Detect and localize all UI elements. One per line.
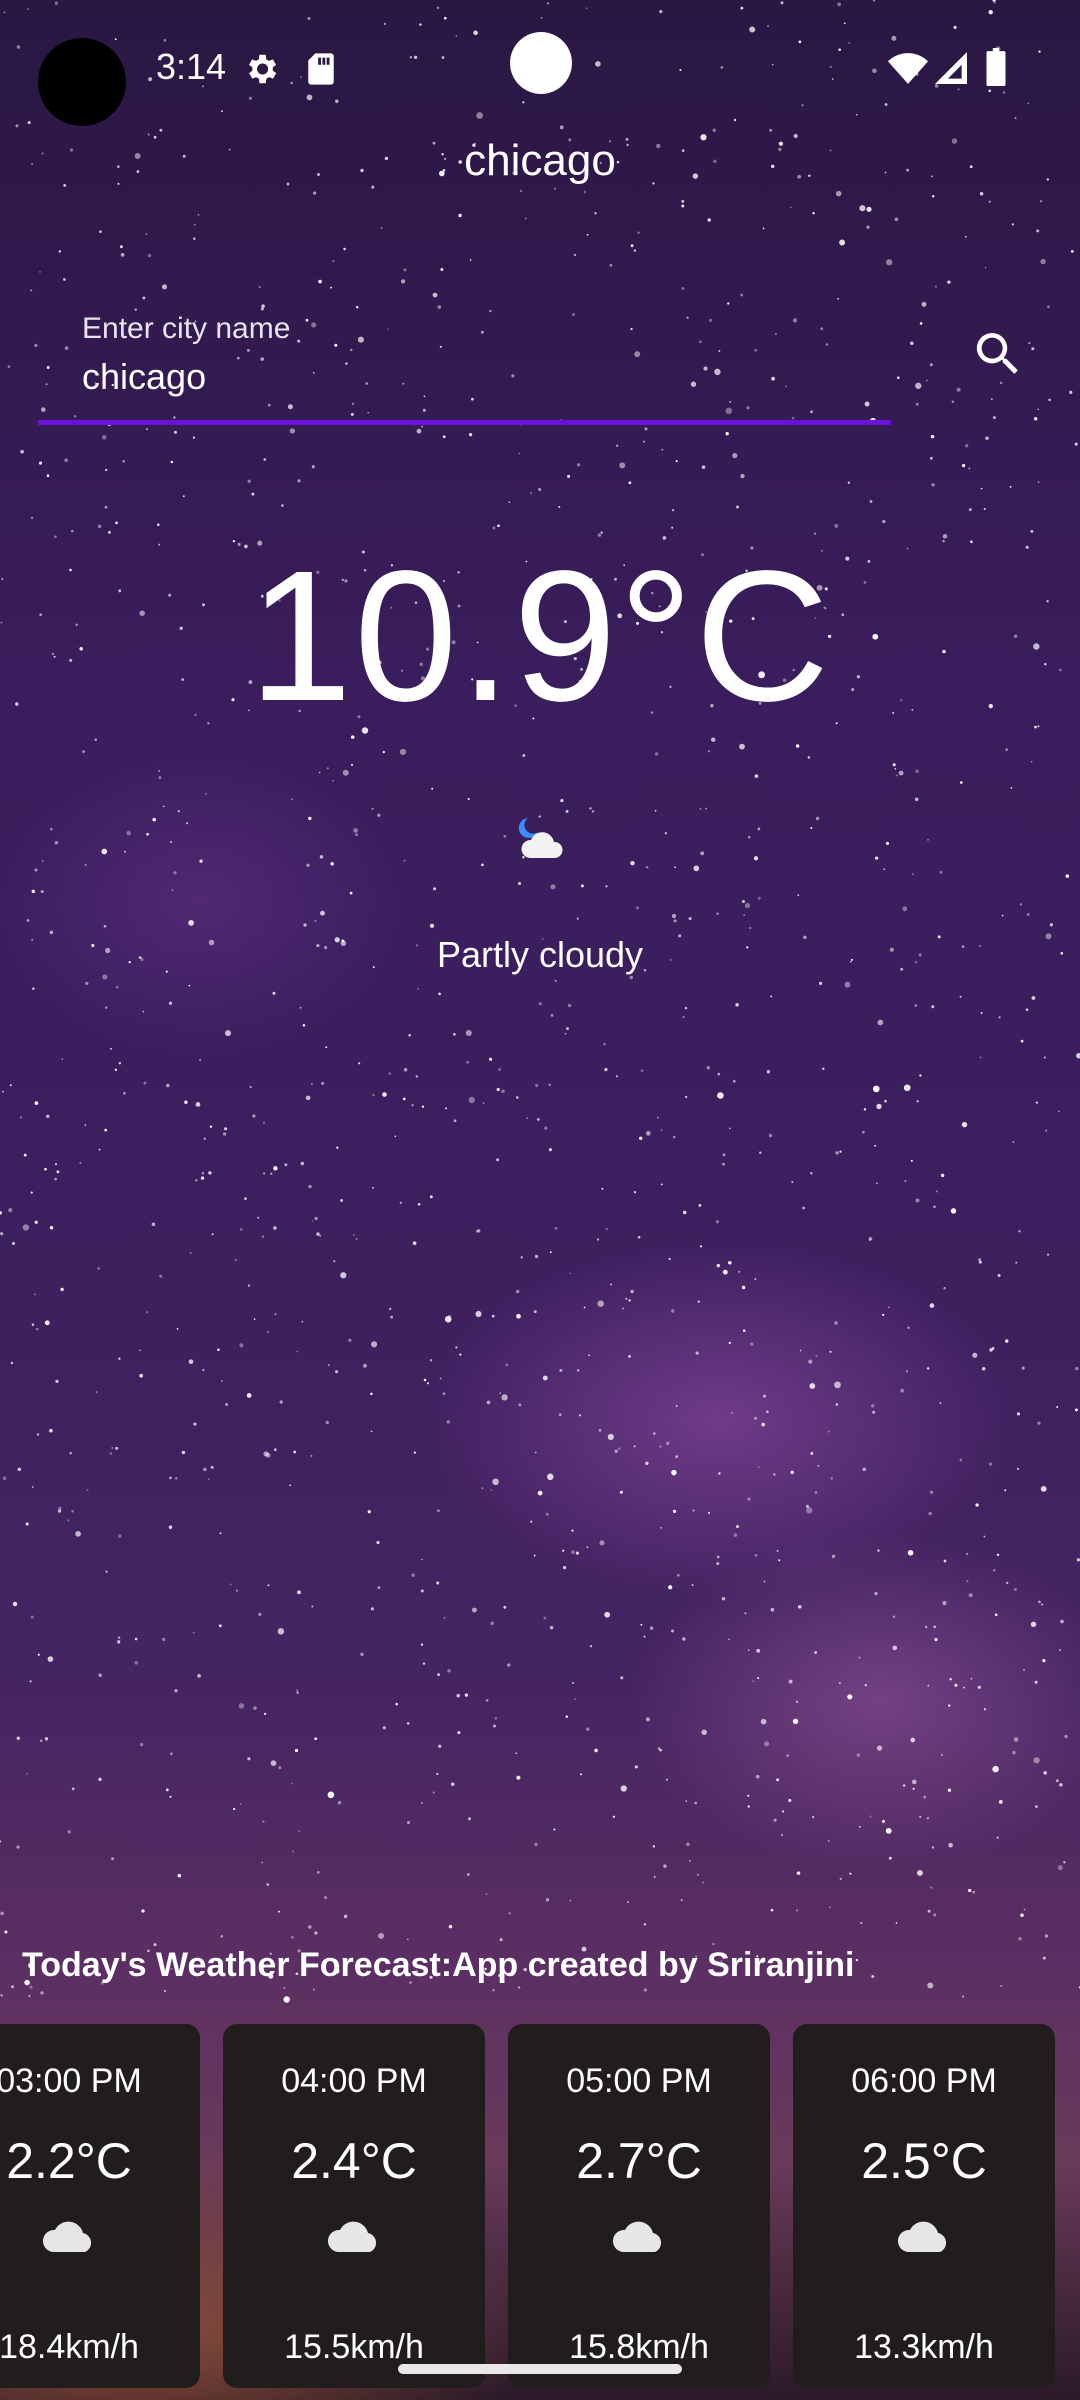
wifi-icon bbox=[888, 53, 928, 84]
forecast-list[interactable]: 03:00 PM 2.2°C 18.4km/h 04:00 PM 2.4°C 1… bbox=[0, 2024, 1080, 2400]
city-title: chicago bbox=[464, 136, 616, 185]
settings-icon bbox=[248, 54, 277, 84]
city-input[interactable]: chicago bbox=[82, 356, 206, 398]
forecast-temp: 2.4°C bbox=[291, 2133, 417, 2189]
cloud-icon bbox=[327, 2221, 377, 2252]
forecast-temp: 2.7°C bbox=[576, 2133, 702, 2189]
forecast-wind: 15.8km/h bbox=[569, 2328, 709, 2366]
forecast-heading: Today's Weather Forecast:App created by … bbox=[22, 1946, 855, 1984]
forecast-wind: 18.4km/h bbox=[0, 2328, 139, 2366]
cloud-icon bbox=[42, 2221, 92, 2252]
search-icon[interactable] bbox=[970, 326, 1026, 382]
home-indicator[interactable] bbox=[398, 2364, 682, 2374]
forecast-time: 06:00 PM bbox=[851, 2062, 997, 2100]
signal-icon bbox=[935, 52, 967, 84]
partly-cloudy-night-icon bbox=[518, 818, 563, 858]
forecast-card: 06:00 PM 2.5°C 13.3km/h bbox=[793, 2024, 1055, 2388]
camera-cutout bbox=[38, 38, 126, 126]
forecast-temp: 2.2°C bbox=[6, 2133, 132, 2189]
cloud-icon bbox=[612, 2221, 662, 2252]
forecast-time: 04:00 PM bbox=[281, 2062, 427, 2100]
city-input-label: Enter city name bbox=[82, 312, 291, 345]
forecast-wind: 15.5km/h bbox=[284, 2328, 424, 2366]
forecast-card: 03:00 PM 2.2°C 18.4km/h bbox=[0, 2024, 200, 2388]
forecast-temp: 2.5°C bbox=[861, 2133, 987, 2189]
condition-text: Partly cloudy bbox=[436, 934, 644, 975]
front-sensor-dot bbox=[510, 32, 572, 94]
sd-card-icon bbox=[308, 53, 334, 85]
forecast-card: 05:00 PM 2.7°C 15.8km/h bbox=[508, 2024, 770, 2388]
forecast-wind: 13.3km/h bbox=[854, 2328, 994, 2366]
forecast-time: 05:00 PM bbox=[566, 2062, 712, 2100]
forecast-card: 04:00 PM 2.4°C 15.5km/h bbox=[223, 2024, 485, 2388]
battery-icon bbox=[986, 48, 1006, 86]
status-time: 3:14 bbox=[156, 46, 227, 87]
cloud-icon bbox=[897, 2221, 947, 2252]
current-temperature: 10.9°C bbox=[248, 533, 832, 740]
forecast-time: 03:00 PM bbox=[0, 2062, 142, 2100]
city-input-underline bbox=[38, 420, 891, 425]
